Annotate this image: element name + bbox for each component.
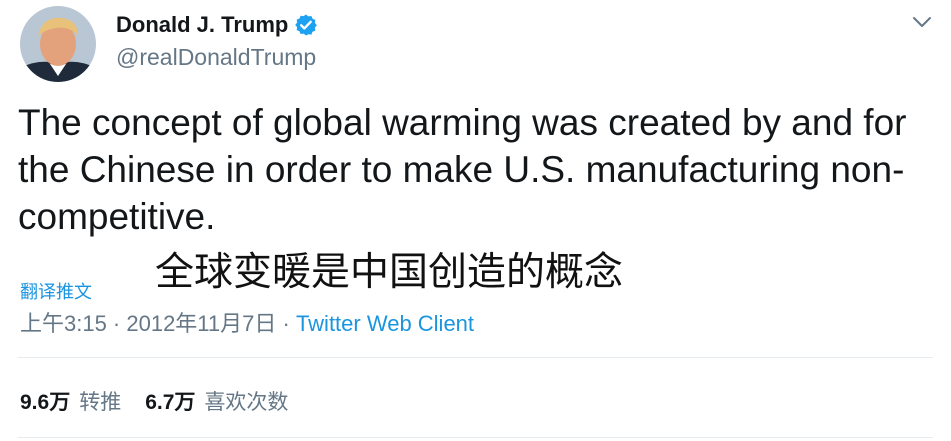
retweets-count: 9.6万 xyxy=(20,391,71,414)
verified-badge-icon xyxy=(295,14,318,36)
tweet-client-link[interactable]: Twitter Web Client xyxy=(296,311,474,336)
chevron-down-icon[interactable] xyxy=(910,10,934,34)
divider-bottom xyxy=(18,437,933,438)
author-name-row[interactable]: Donald J. Trump xyxy=(116,12,318,38)
retweets-stat[interactable]: 9.6万 转推 xyxy=(20,386,121,416)
tweet-meta: 上午3:15 · 2012年11月7日 · Twitter Web Client xyxy=(20,306,474,338)
avatar[interactable] xyxy=(20,6,96,82)
tweet-timestamp[interactable]: 上午3:15 · 2012年11月7日 · xyxy=(20,311,296,336)
tweet-stats: 9.6万 转推 6.7万 喜欢次数 xyxy=(20,386,288,416)
retweets-label: 转推 xyxy=(79,391,122,414)
divider-top xyxy=(18,357,933,358)
likes-label: 喜欢次数 xyxy=(204,391,289,414)
translate-tweet-link[interactable]: 翻译推文 xyxy=(20,278,92,304)
likes-count: 6.7万 xyxy=(145,391,196,414)
author-display-name[interactable]: Donald J. Trump xyxy=(116,12,288,38)
likes-stat[interactable]: 6.7万 喜欢次数 xyxy=(145,386,288,416)
overlay-caption: 全球变暖是中国创造的概念 xyxy=(155,250,624,295)
tweet-text: The concept of global warming was create… xyxy=(18,102,907,237)
author-handle[interactable]: @realDonaldTrump xyxy=(116,44,316,71)
